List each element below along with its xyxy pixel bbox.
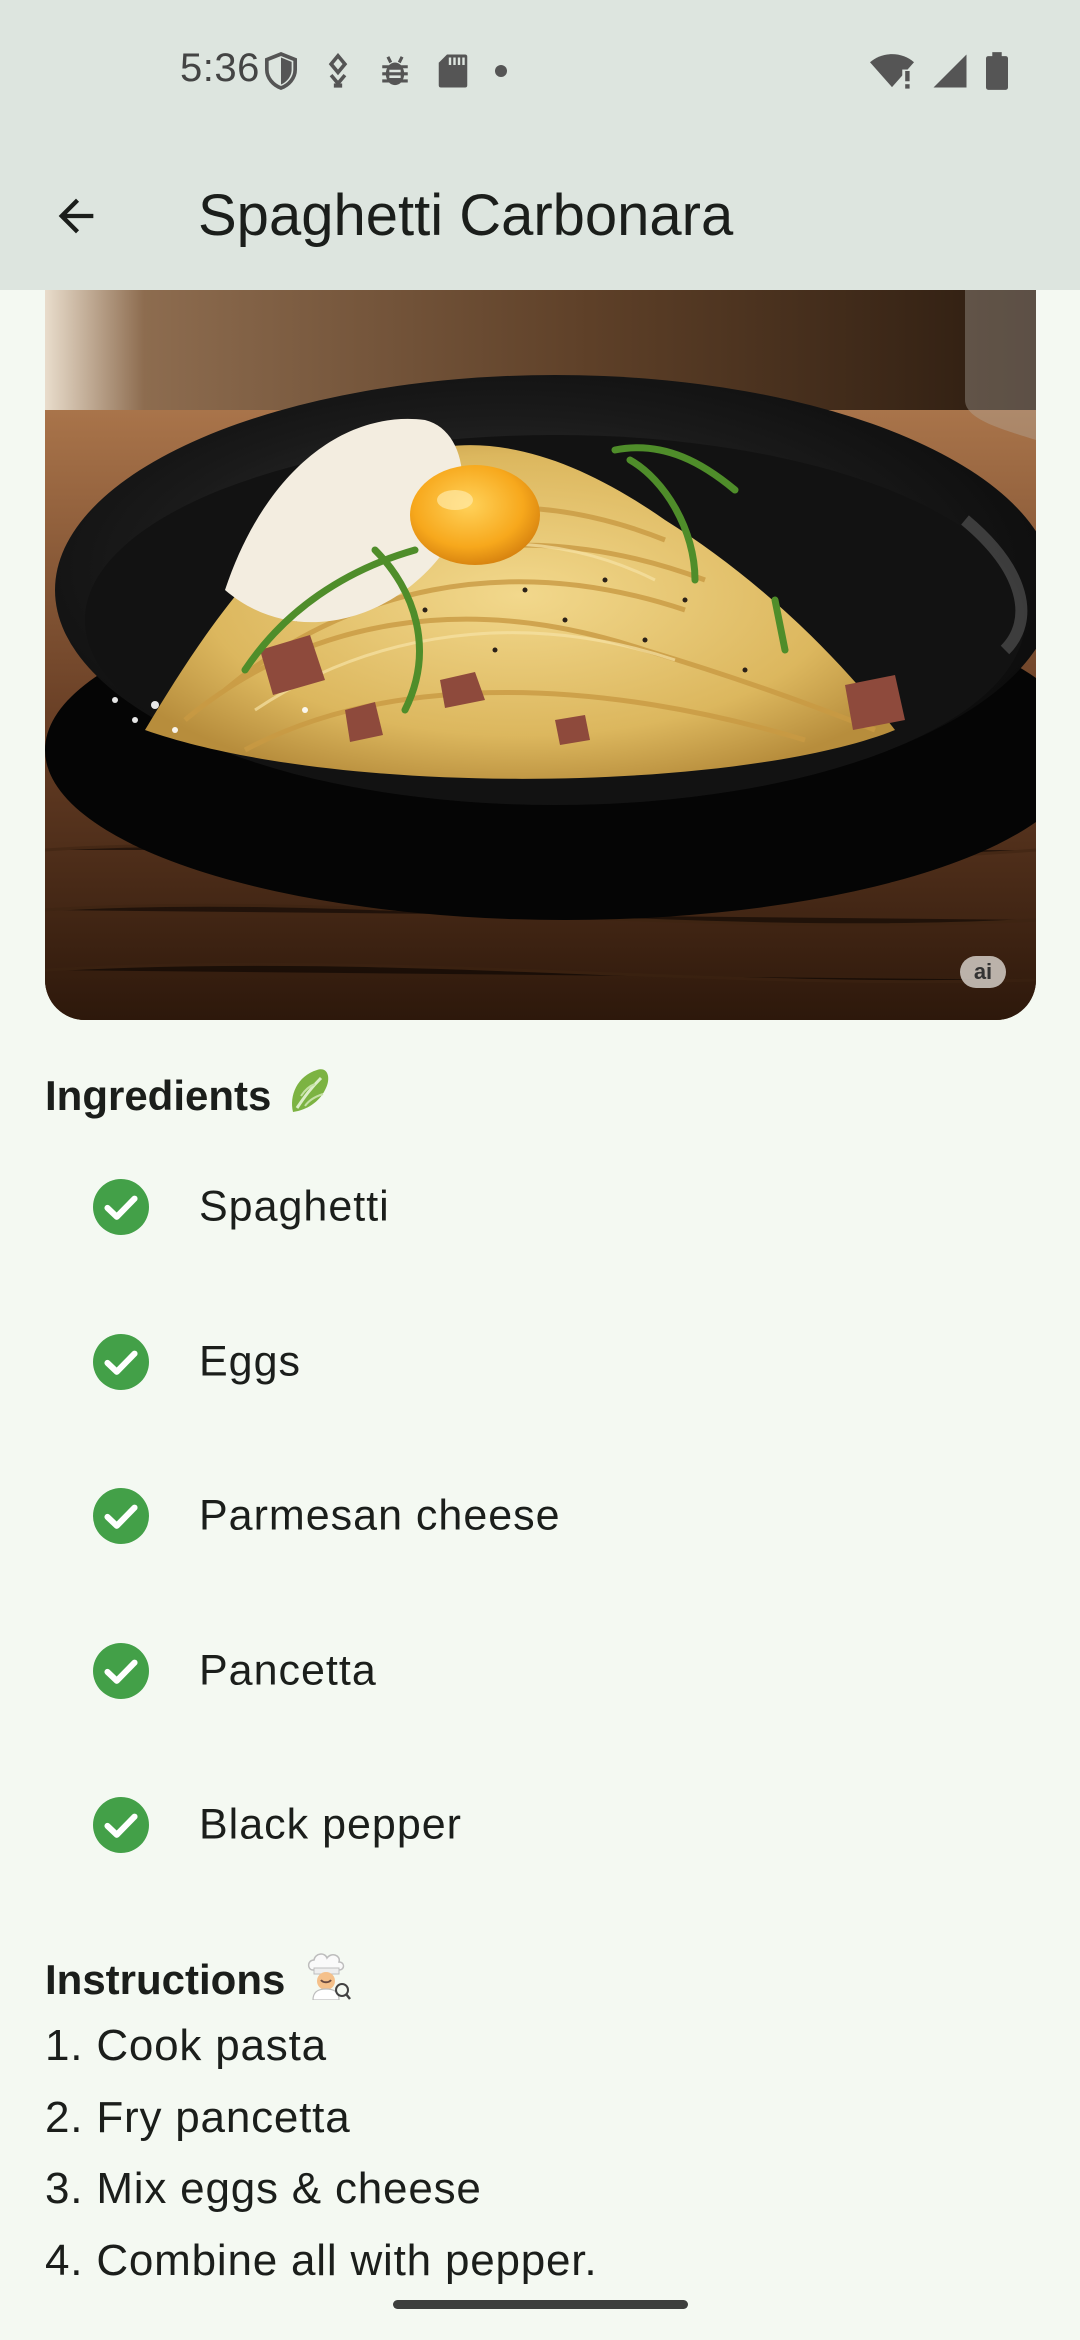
- leafy-greens-icon: [287, 1066, 331, 1126]
- page-title: Spaghetti Carbonara: [198, 183, 734, 248]
- ingredient-item-parmesan-cheese[interactable]: Parmesan cheese: [0, 1439, 1080, 1594]
- instruction-step: 4. Combine all with pepper.: [45, 2235, 598, 2285]
- ingredient-item-pancetta[interactable]: Pancetta: [0, 1594, 1080, 1749]
- signal-icon: [933, 54, 967, 88]
- ingredient-label: Parmesan cheese: [199, 1491, 561, 1540]
- bug-icon: [382, 56, 408, 86]
- app-bar: Spaghetti Carbonara: [0, 142, 1080, 290]
- check-circle-icon: [93, 1179, 149, 1236]
- ingredient-list: Spaghetti Eggs Parmesan cheese Pancetta …: [0, 1130, 1080, 1903]
- ingredient-item-eggs[interactable]: Eggs: [0, 1285, 1080, 1440]
- ingredient-label: Pancetta: [199, 1646, 377, 1695]
- battery-icon: [986, 52, 1008, 90]
- usb-debug-icon: [328, 53, 348, 88]
- status-bar: 5:36: [0, 0, 1080, 142]
- check-circle-icon: [93, 1797, 149, 1854]
- shield-icon: [264, 52, 298, 90]
- instructions-title: Instructions: [45, 1956, 286, 2003]
- ingredient-label: Spaghetti: [199, 1182, 390, 1231]
- check-circle-icon: [93, 1488, 149, 1545]
- chef-icon: [301, 1950, 352, 2010]
- recipe-image: ai: [45, 290, 1036, 1020]
- ingredient-label: Black pepper: [199, 1800, 462, 1849]
- check-circle-icon: [93, 1333, 149, 1390]
- status-time: 5:36: [180, 46, 260, 90]
- instruction-step: 2. Fry pancetta: [45, 2092, 351, 2142]
- arrow-back-icon: [58, 198, 94, 234]
- ingredient-item-black-pepper[interactable]: Black pepper: [0, 1748, 1080, 1903]
- ingredients-title: Ingredients: [45, 1072, 272, 1119]
- carbonara-illustration: [45, 290, 1036, 1020]
- ingredients-heading: Ingredients: [45, 1066, 331, 1126]
- status-icons-right: [870, 48, 1008, 94]
- sd-card-icon: [438, 54, 468, 88]
- back-button[interactable]: [36, 176, 116, 256]
- instruction-step: 1. Cook pasta: [45, 2021, 327, 2070]
- instruction-step: 3. Mix eggs & cheese: [45, 2164, 482, 2213]
- ai-badge: ai: [960, 956, 1006, 988]
- notification-dot-icon: [495, 65, 507, 77]
- instructions-heading: Instructions: [45, 1950, 352, 2010]
- check-circle-icon: [93, 1642, 149, 1699]
- home-indicator[interactable]: [393, 2300, 688, 2309]
- instruction-list: 1. Cook pasta 2. Fry pancetta 3. Mix egg…: [45, 2010, 597, 2296]
- status-icons-left: [264, 48, 508, 94]
- ingredient-label: Eggs: [199, 1337, 302, 1386]
- ingredient-item-spaghetti[interactable]: Spaghetti: [0, 1130, 1080, 1285]
- wifi-alert-icon: [870, 54, 914, 89]
